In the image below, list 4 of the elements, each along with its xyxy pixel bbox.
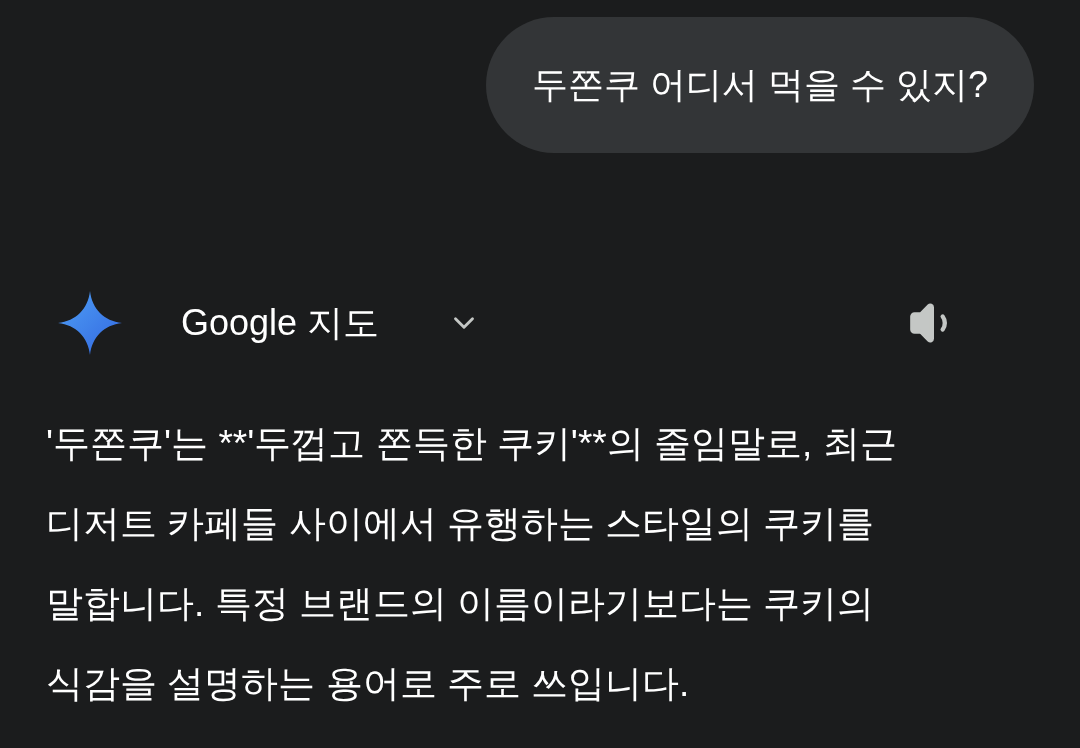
user-message-bubble: 두쫀쿠 어디서 먹을 수 있지? (485, 17, 1034, 153)
source-label: Google 지도 (181, 301, 380, 345)
response-text: '두쫀쿠'는 **'두껍고 쫀득한 쿠키'**의 줄임말로, 최근 디저트 카페들 사이에서 유행하는 스타일의 쿠키를 말합니다. 특정 브랜드의 이름이라기보다는 쿠키의 식감을 설명하는 용어로 주로 쓰입니다. (45, 422, 898, 706)
sparkle-icon (58, 291, 122, 355)
